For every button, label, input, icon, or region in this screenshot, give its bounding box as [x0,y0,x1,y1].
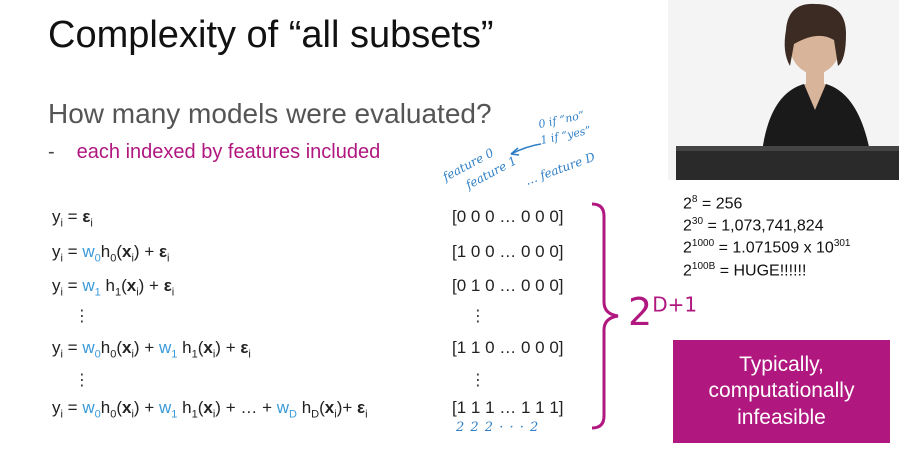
slide-question: How many models were evaluated? [48,98,492,129]
bullet-point: - each indexed by features included [48,141,380,164]
power-2-100b: 2100B = HUGE!!!!!! [683,261,807,280]
bullet-dash: - [48,141,55,163]
annotation-twos: 2 2 2 · · · 2 [456,420,540,435]
equation-2: yi = w0h0(xi) + εi [52,242,170,265]
bullet-text: each indexed by features included [76,141,381,163]
power-2-8: 28 = 256 [683,194,743,213]
vector-1: [0 0 0 … 0 0 0] [452,207,564,226]
power-2-30: 230 = 1,073,741,824 [683,216,824,235]
annotation-arrow-icon [510,143,542,156]
equation-4: yi = w0h0(xi) + w1 h1(xi) + εi [52,338,251,361]
equation-vdots-2: ⋮ [74,372,90,389]
equation-vdots-1: ⋮ [74,308,90,325]
presenter-video [668,0,899,180]
right-brace-icon [591,202,619,430]
power-2-1000: 21000 = 1.071509 x 10301 [683,238,851,257]
vector-2: [1 0 0 … 0 0 0] [452,242,564,261]
equation-3: yi = w1 h1(xi) + εi [52,276,175,299]
equation-1: yi = εi [52,207,93,230]
equation-5: yi = w0h0(xi) + w1 h1(xi) + … + wD hD(xi… [52,398,368,421]
infeasible-callout: Typically, computationally infeasible [673,340,890,443]
annotation-count: 2D+1 [628,290,698,334]
vector-vdots-1: ⋮ [470,308,486,325]
vector-3: [0 1 0 … 0 0 0] [452,276,564,295]
vector-5: [1 1 1 … 1 1 1] [452,398,564,417]
vector-vdots-2: ⋮ [470,372,486,389]
presenter-figure-icon [668,0,899,180]
vector-4: [1 1 0 … 0 0 0] [452,338,564,357]
slide-title: Complexity of “all subsets” [48,14,494,56]
